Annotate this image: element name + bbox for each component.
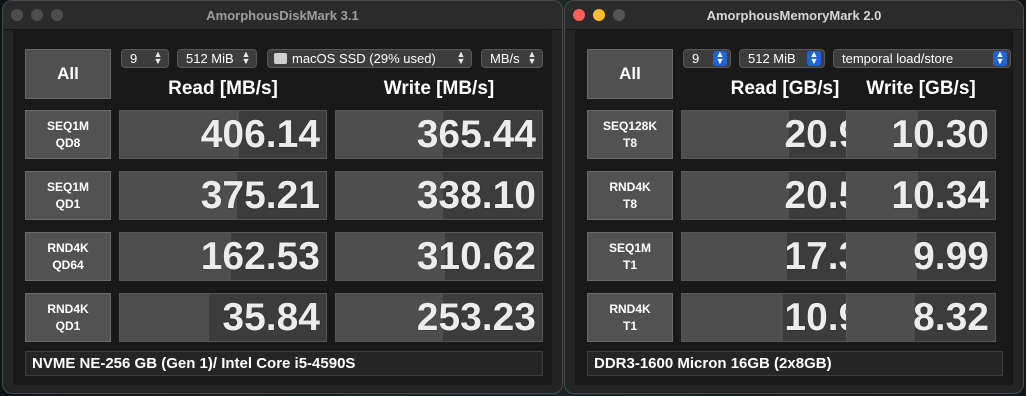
read-result-cell: 375.21 (119, 171, 327, 220)
write-result-cell: 310.62 (335, 232, 543, 281)
updown-chevron-icon: ▲ ▼ (527, 49, 537, 66)
test-label-name: RND4K (609, 302, 651, 316)
updown-chevron-icon: ▲ ▼ (713, 50, 727, 66)
test-button[interactable]: RND4K T1 (587, 293, 673, 342)
count-value: 9 (130, 51, 138, 66)
mode-value: temporal load/store (842, 51, 954, 66)
size-select[interactable]: 512 MiB ▲ ▼ (739, 49, 825, 68)
read-result-value: 375.21 (200, 174, 320, 217)
test-label-name: RND4K (47, 302, 89, 316)
size-value: 512 MiB (748, 51, 796, 66)
mode-select[interactable]: temporal load/store ▲ ▼ (833, 49, 1011, 68)
all-button[interactable]: All (25, 49, 111, 99)
updown-chevron-icon: ▲ ▼ (993, 50, 1007, 66)
disk-icon (274, 53, 287, 64)
read-result-value: 406.14 (200, 113, 320, 156)
read-column-header: Read [MB/s] (168, 78, 278, 99)
size-select[interactable]: 512 MiB ▲ ▼ (177, 49, 257, 68)
write-result-cell: 8.32 (846, 293, 996, 342)
description-field[interactable]: DDR3-1600 Micron 16GB (2x8GB) (587, 351, 1003, 376)
read-result-cell: 406.14 (119, 110, 327, 159)
read-result-bar (682, 172, 790, 219)
window-title: AmorphousDiskMark 3.1 (206, 8, 359, 23)
write-result-value: 253.23 (416, 296, 536, 339)
test-label-param: QD8 (55, 136, 81, 150)
write-result-value: 9.99 (913, 235, 989, 278)
write-result-value: 10.30 (891, 113, 989, 156)
memorymark-window: AmorphousMemoryMark 2.0 All 9 ▲ ▼ 512 MiB… (564, 0, 1024, 394)
unit-select[interactable]: MB/s ▲ ▼ (481, 49, 543, 68)
test-label-name: RND4K (609, 180, 651, 194)
diskmark-content: All 9 ▲ ▼ 512 MiB ▲ ▼ macOS SSD (29% used)… (13, 30, 552, 385)
updown-chevron-icon: ▲ ▼ (807, 50, 821, 66)
target-drive-select[interactable]: macOS SSD (29% used) ▲ ▼ (267, 49, 472, 68)
read-result-cell: 162.53 (119, 232, 327, 281)
updown-chevron-icon: ▲ ▼ (456, 49, 466, 66)
read-result-bar (682, 294, 783, 341)
test-label-param: T8 (622, 197, 637, 211)
test-label-name: RND4K (47, 241, 89, 255)
write-result-value: 365.44 (416, 113, 536, 156)
test-button[interactable]: SEQ128K T8 (587, 110, 673, 159)
write-column-header: Write [MB/s] (383, 78, 495, 99)
test-label-param: T1 (622, 258, 637, 272)
diskmark-titlebar[interactable]: AmorphousDiskMark 3.1 (3, 1, 562, 30)
read-result-value: 35.84 (222, 296, 320, 339)
test-button[interactable]: SEQ1M QD8 (25, 110, 111, 159)
memorymark-content: All 9 ▲ ▼ 512 MiB ▲ ▼ temporal load/store … (575, 30, 1013, 385)
all-button[interactable]: All (587, 49, 673, 99)
test-label-name: SEQ1M (46, 180, 89, 194)
test-button[interactable]: RND4K QD1 (25, 293, 111, 342)
write-result-cell: 338.10 (335, 171, 543, 220)
updown-chevron-icon: ▲ ▼ (241, 49, 251, 66)
write-column-header: Write [GB/s] (866, 78, 976, 99)
unit-value: MB/s (490, 51, 520, 66)
test-label-param: T8 (622, 136, 637, 150)
size-value: 512 MiB (186, 51, 234, 66)
count-select[interactable]: 9 ▲ ▼ (683, 49, 731, 68)
read-result-bar (120, 294, 209, 341)
memorymark-titlebar[interactable]: AmorphousMemoryMark 2.0 (565, 1, 1023, 30)
test-label-param: QD1 (55, 197, 81, 211)
window-title: AmorphousMemoryMark 2.0 (706, 8, 882, 23)
write-result-bar (847, 294, 916, 341)
count-select[interactable]: 9 ▲ ▼ (121, 49, 169, 68)
write-result-bar (847, 233, 917, 280)
read-result-cell: 35.84 (119, 293, 327, 342)
read-result-value: 162.53 (200, 235, 320, 278)
diskmark-window: AmorphousDiskMark 3.1 All 9 ▲ ▼ 512 MiB ▲… (2, 0, 563, 394)
test-label-param: T1 (622, 319, 637, 333)
description-field[interactable]: NVME NE-256 GB (Gen 1)/ Intel Core i5-45… (25, 351, 543, 376)
write-result-cell: 253.23 (335, 293, 543, 342)
write-result-value: 338.10 (416, 174, 536, 217)
read-result-bar (682, 233, 788, 280)
write-result-cell: 10.34 (846, 171, 996, 220)
updown-chevron-icon: ▲ ▼ (153, 49, 163, 66)
write-result-value: 310.62 (416, 235, 536, 278)
read-result-bar (682, 111, 790, 158)
test-label-param: QD1 (55, 319, 81, 333)
target-drive-value: macOS SSD (29% used) (292, 51, 436, 66)
write-result-value: 8.32 (913, 296, 989, 339)
test-button[interactable]: SEQ1M QD1 (25, 171, 111, 220)
test-label-param: QD64 (52, 258, 84, 272)
write-result-cell: 9.99 (846, 232, 996, 281)
write-result-cell: 365.44 (335, 110, 543, 159)
test-label-name: SEQ1M (46, 119, 89, 133)
test-button[interactable]: RND4K QD64 (25, 232, 111, 281)
test-button[interactable]: RND4K T8 (587, 171, 673, 220)
desktop: AmorphousDiskMark 3.1 All 9 ▲ ▼ 512 MiB ▲… (0, 0, 1026, 396)
test-label-name: SEQ1M (608, 241, 651, 255)
count-value: 9 (692, 51, 700, 66)
test-button[interactable]: SEQ1M T1 (587, 232, 673, 281)
write-result-value: 10.34 (891, 174, 989, 217)
write-result-cell: 10.30 (846, 110, 996, 159)
test-label-name: SEQ128K (602, 119, 658, 133)
